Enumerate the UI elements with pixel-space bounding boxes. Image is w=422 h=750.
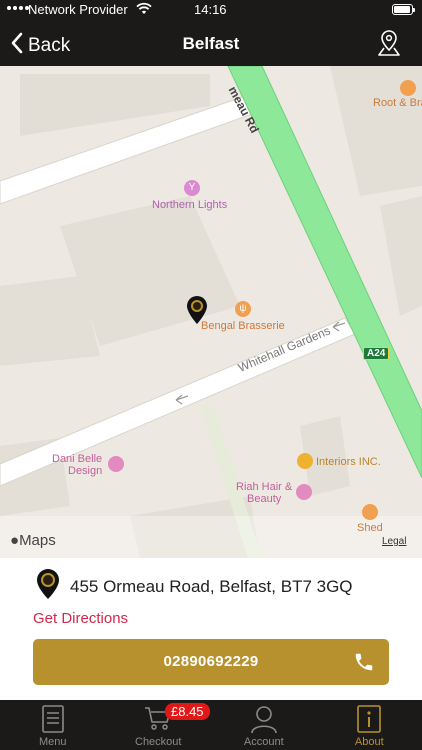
poi-riah-hair-line2: Beauty (247, 493, 282, 505)
location-info-panel: 455 Ormeau Road, Belfast, BT7 3GQ Get Di… (0, 558, 422, 700)
tab-menu[interactable]: Menu (0, 700, 106, 750)
call-button[interactable]: 02890692229 (33, 639, 389, 685)
header: Network Provider 14:16 Back Belfast (0, 0, 422, 66)
battery-icon (392, 4, 415, 15)
poi-dani-belle: Dani Belle Design (52, 453, 102, 477)
route-shield: A24 (363, 347, 390, 360)
maps-attribution: ●Maps (10, 532, 56, 549)
status-bar: Network Provider 14:16 (0, 0, 422, 22)
poi-icon-shed (362, 504, 378, 520)
maps-attribution-label: Maps (19, 532, 56, 549)
poi-riah-hair-line1: Riah Hair & (236, 481, 293, 493)
tab-account[interactable]: Account (211, 700, 317, 750)
address-text: 455 Ormeau Road, Belfast, BT7 3GQ (70, 576, 353, 596)
poi-northern-lights: Northern Lights (152, 199, 228, 211)
phone-number: 02890692229 (163, 653, 259, 670)
map-pin-icon (378, 30, 400, 56)
tab-checkout-label: Checkout (135, 736, 182, 748)
poi-icon-cafe (400, 80, 416, 96)
map-background (0, 66, 422, 558)
carrier-name: Network Provider (28, 2, 128, 17)
tab-menu-label: Menu (38, 736, 67, 748)
menu-icon (40, 704, 66, 739)
phone-icon (353, 651, 375, 678)
poi-shed: Shed (357, 522, 383, 534)
poi-dani-belle-line1: Dani Belle (52, 453, 103, 465)
poi-bengal-brasserie: Bengal Brasserie (201, 320, 285, 332)
legal-link[interactable]: Legal (382, 536, 406, 547)
poi-icon-bar: Y (184, 180, 200, 196)
page-title: Belfast (182, 34, 240, 53)
account-icon (250, 704, 278, 739)
tab-about[interactable]: About (317, 700, 422, 750)
poi-icon-store (297, 453, 313, 469)
info-icon (356, 704, 382, 739)
tab-about-label: About (354, 736, 384, 748)
restaurant-map-pin[interactable] (186, 295, 208, 330)
tab-account-label: Account (243, 736, 284, 748)
wifi-icon (136, 2, 152, 19)
poi-dani-belle-line2: Design (68, 465, 103, 477)
poi-icon-restaurant: ψ (235, 301, 251, 317)
tab-bar: Menu Checkout £8.45 Account About (0, 700, 422, 750)
poi-icon-salon (108, 456, 124, 472)
location-pin-icon (36, 568, 60, 605)
poi-riah-hair: Riah Hair & Beauty (236, 481, 292, 505)
cart-total-badge: £8.45 (165, 703, 210, 720)
status-time: 14:16 (194, 2, 227, 17)
map-marker-icon (187, 296, 207, 324)
get-directions-link[interactable]: Get Directions (33, 610, 128, 627)
poi-icon-salon-2 (296, 484, 312, 500)
signal-icon (7, 6, 29, 10)
apple-logo-icon: ● (10, 532, 20, 549)
map-view[interactable]: meau Rd Whitehall Gardens A24 Root & Bra… (0, 66, 422, 558)
poi-interiors-inc: Interiors INC. (316, 456, 381, 468)
nav-bar: Back Belfast (0, 22, 422, 66)
address-row: 455 Ormeau Road, Belfast, BT7 3GQ (36, 568, 353, 605)
poi-root-and-bran: Root & Bra (373, 97, 422, 109)
map-location-button[interactable] (376, 29, 402, 62)
